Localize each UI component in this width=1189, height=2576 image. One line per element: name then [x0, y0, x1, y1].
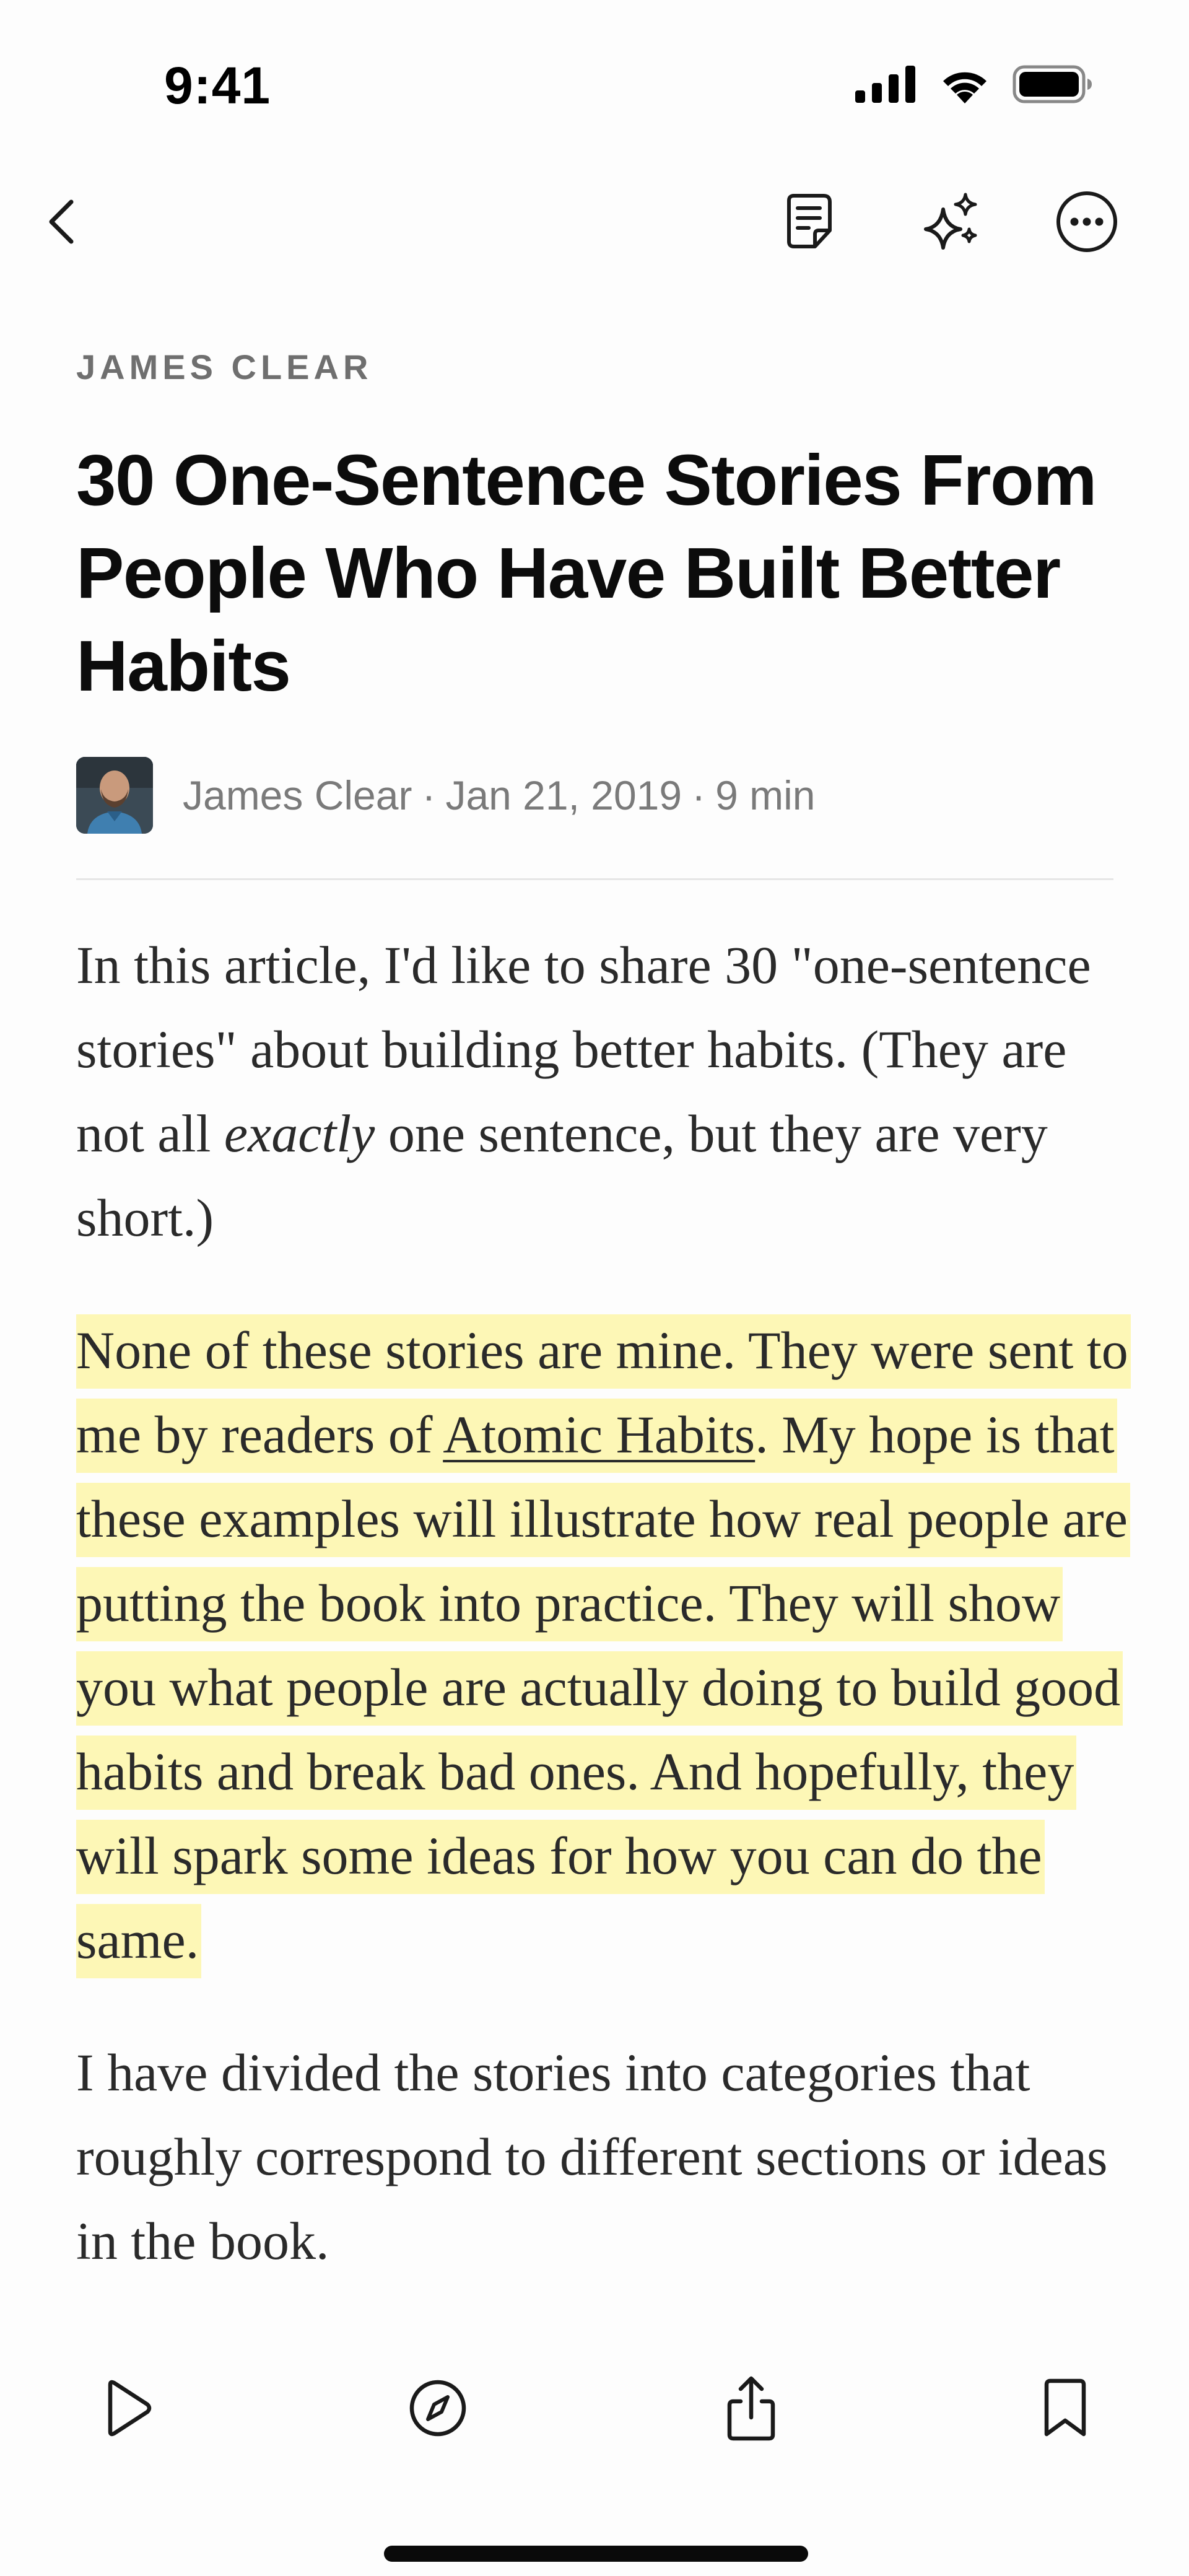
more-circle-icon — [1055, 190, 1119, 257]
status-time: 9:41 — [164, 56, 271, 115]
bottom-toolbar — [0, 2329, 1189, 2576]
article-source[interactable]: JAMES CLEAR — [76, 347, 372, 387]
publish-date: Jan 21, 2019 — [445, 772, 682, 818]
notebook-icon — [785, 192, 837, 255]
read-time: 9 min — [715, 772, 816, 818]
header-divider — [76, 878, 1113, 880]
bookmark-icon — [1042, 2377, 1089, 2442]
atomic-habits-link[interactable]: Atomic Habits — [443, 1405, 755, 1464]
battery-icon — [1013, 65, 1093, 107]
explore-button[interactable] — [394, 2366, 481, 2453]
paragraph-text: . My hope is that these examples will il… — [76, 1405, 1128, 1970]
bookmark-button[interactable] — [1022, 2366, 1108, 2453]
chevron-left-icon — [40, 197, 84, 250]
article-body: In this article, I'd like to share 30 "o… — [76, 923, 1131, 2331]
listen-button[interactable] — [84, 2366, 170, 2453]
cellular-signal-icon — [855, 66, 917, 106]
byline-text: James Clear · Jan 21, 2019 · 9 min — [183, 772, 815, 819]
status-icons — [855, 65, 1093, 107]
paragraph: In this article, I'd like to share 30 "o… — [76, 923, 1129, 1260]
paragraph: I have divided the stories into categori… — [76, 2030, 1129, 2283]
sparkles-icon — [920, 191, 982, 256]
paragraph-text: I have divided the stories into categori… — [76, 2043, 1108, 2271]
article-title: 30 One-Sentence Stories From People Who … — [76, 440, 1097, 706]
highlight[interactable]: None of these stories are mine. They wer… — [76, 1314, 1131, 1978]
compass-icon — [408, 2378, 468, 2441]
share-button[interactable] — [708, 2366, 795, 2453]
notebook-button[interactable] — [768, 180, 855, 266]
avatar — [76, 757, 153, 834]
highlighted-paragraph[interactable]: None of these stories are mine. They wer… — [76, 1308, 1131, 1982]
emphasis-text: exactly — [224, 1104, 375, 1163]
byline-separator: · — [692, 772, 706, 818]
more-options-button[interactable] — [1043, 180, 1130, 266]
play-icon — [99, 2378, 155, 2441]
author-name[interactable]: James Clear — [183, 772, 412, 819]
ghostreader-button[interactable] — [907, 180, 994, 266]
wifi-icon — [938, 65, 991, 107]
home-indicator[interactable] — [384, 2546, 808, 2562]
share-icon — [723, 2374, 779, 2445]
top-navigation — [0, 180, 1189, 273]
byline: James Clear · Jan 21, 2019 · 9 min — [76, 757, 815, 834]
back-button[interactable] — [19, 180, 105, 266]
status-bar: 9:41 — [0, 0, 1189, 155]
byline-separator: · — [422, 772, 436, 818]
